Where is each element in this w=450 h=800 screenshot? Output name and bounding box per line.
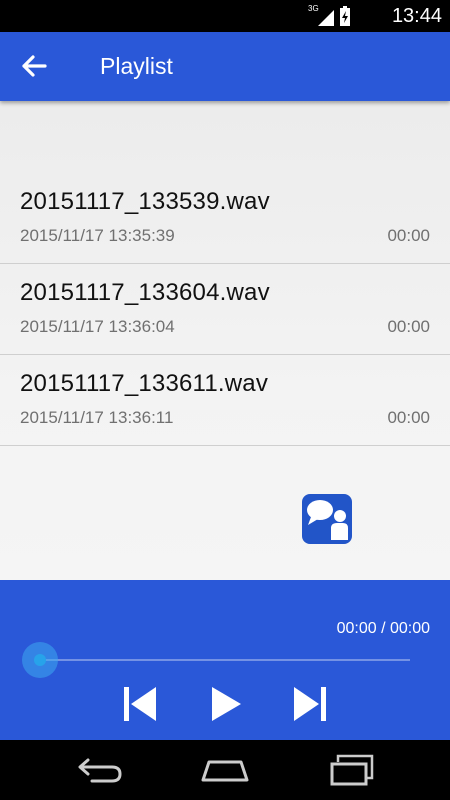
speech-assistant-button[interactable] [302, 494, 352, 544]
time-display: 00:00 / 00:00 [336, 620, 430, 637]
page-title: Playlist [100, 53, 173, 79]
list-item[interactable]: 20151117_133604.wav 2015/11/17 13:36:04 … [0, 264, 450, 355]
list-item[interactable]: 20151117_133539.wav 2015/11/17 13:35:39 … [0, 173, 450, 264]
nav-home-icon [201, 760, 249, 782]
player-panel: 00:00 / 00:00 [0, 580, 450, 740]
list-item[interactable]: 20151117_133611.wav 2015/11/17 13:36:11 … [0, 355, 450, 446]
file-duration: 00:00 [387, 226, 430, 245]
previous-button[interactable] [120, 684, 160, 724]
status-bar: 3G 13:44 [0, 0, 450, 32]
signal-icon: 3G [308, 4, 334, 26]
skip-next-icon [294, 687, 326, 721]
battery-icon [340, 6, 350, 26]
file-duration: 00:00 [387, 408, 430, 427]
system-nav-bar [0, 740, 450, 800]
next-button[interactable] [290, 684, 330, 724]
speech-bubble-icon [307, 500, 348, 540]
arrow-left-icon [22, 55, 47, 77]
file-name: 20151117_133604.wav [20, 279, 270, 306]
file-name: 20151117_133539.wav [20, 188, 270, 215]
back-button[interactable] [14, 48, 54, 84]
file-duration: 00:00 [387, 317, 430, 336]
nav-back-button[interactable] [74, 752, 126, 788]
nav-recents-icon [330, 754, 374, 786]
status-time: 13:44 [391, 5, 442, 27]
playlist-list: 20151117_133539.wav 2015/11/17 13:35:39 … [0, 173, 450, 446]
skip-previous-icon [124, 687, 156, 721]
nav-back-icon [78, 758, 122, 783]
nav-home-button[interactable] [199, 752, 251, 788]
app-bar: Playlist [0, 32, 450, 101]
play-button[interactable] [206, 684, 246, 724]
play-icon [212, 687, 241, 721]
file-date: 2015/11/17 13:36:04 [20, 317, 175, 336]
seek-thumb[interactable] [22, 642, 58, 678]
network-type: 3G [308, 4, 319, 13]
file-date: 2015/11/17 13:35:39 [20, 226, 175, 245]
playlist-content: 20151117_133539.wav 2015/11/17 13:35:39 … [0, 101, 450, 580]
nav-recents-button[interactable] [326, 752, 378, 788]
seek-bar[interactable] [40, 659, 410, 661]
file-date: 2015/11/17 13:36:11 [20, 408, 174, 427]
file-name: 20151117_133611.wav [20, 370, 269, 397]
